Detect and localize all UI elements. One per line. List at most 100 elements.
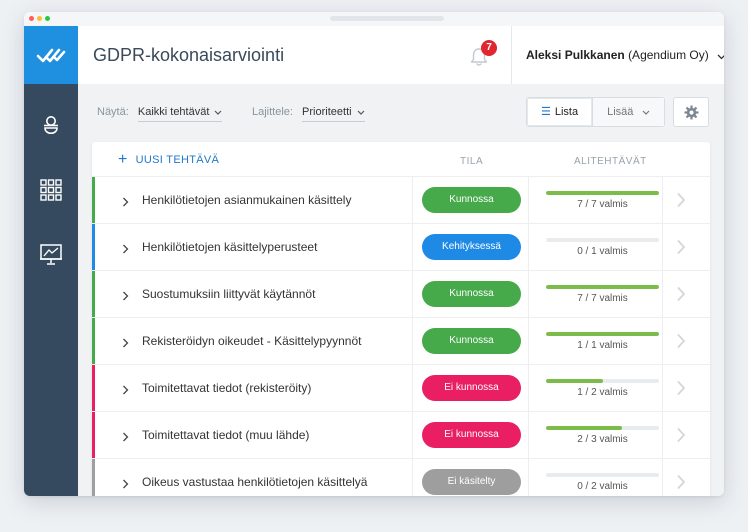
divider [511, 26, 512, 84]
row-accent [92, 271, 95, 317]
sidebar-item-dashboard[interactable] [37, 176, 65, 204]
show-filter[interactable]: Näytä: Kaikki tehtävät [97, 106, 223, 122]
close-dot-icon[interactable] [29, 16, 34, 21]
progress-text: 0 / 2 valmis [577, 481, 628, 492]
progress-bar [546, 473, 659, 477]
task-title[interactable]: Rekisteröidyn oikeudet - Käsittelypyynnö… [142, 318, 361, 364]
chevron-right-icon[interactable] [122, 382, 129, 400]
show-filter-label: Näytä: [97, 106, 129, 118]
progress-bar [546, 379, 659, 383]
chevron-down-icon [717, 27, 724, 85]
column-header-subtasks: ALITEHTÄVÄT [574, 156, 647, 167]
status-badge[interactable]: Kunnossa [422, 187, 521, 213]
window-controls [29, 16, 50, 21]
progress-text: 7 / 7 valmis [577, 293, 628, 304]
chevron-right-icon[interactable] [676, 380, 686, 401]
notifications-button[interactable]: 7 [468, 40, 497, 68]
chevron-right-icon[interactable] [676, 192, 686, 213]
sidebar-item-reports[interactable] [37, 240, 65, 268]
chevron-down-icon [214, 110, 222, 115]
chevron-right-icon[interactable] [122, 241, 129, 259]
divider [412, 224, 413, 270]
divider [528, 318, 529, 364]
list-view-button[interactable]: ☰ Lista [527, 98, 594, 126]
task-title[interactable]: Henkilötietojen asianmukainen käsittely [142, 177, 351, 223]
divider [412, 412, 413, 458]
list-view-label: Lista [554, 106, 579, 118]
table-row[interactable]: Toimitettavat tiedot (muu lähde) Ei kunno… [92, 411, 710, 458]
divider [662, 412, 663, 458]
progress-text: 2 / 3 valmis [577, 434, 628, 445]
divider [412, 271, 413, 317]
divider [412, 318, 413, 364]
row-accent [92, 365, 95, 411]
show-filter-value: Kaikki tehtävät [137, 106, 210, 118]
table-row[interactable]: Toimitettavat tiedot (rekisteröity) Ei ku… [92, 364, 710, 411]
table-row[interactable]: Henkilötietojen käsittelyperusteet Kehity… [92, 223, 710, 270]
progress-fill [546, 332, 659, 336]
chevron-down-icon [643, 110, 650, 115]
table-row[interactable]: Rekisteröidyn oikeudet - Käsittelypyynnö… [92, 317, 710, 364]
table-row[interactable]: Henkilötietojen asianmukainen käsittely K… [92, 176, 710, 223]
task-title[interactable]: Oikeus vastustaa henkilötietojen käsitte… [142, 459, 367, 496]
app-logo-icon[interactable] [24, 26, 78, 84]
notification-badge: 7 [481, 40, 497, 56]
maximize-dot-icon[interactable] [45, 16, 50, 21]
new-task-button[interactable]: + UUSI TEHTÄVÄ [118, 142, 219, 176]
chevron-right-icon[interactable] [122, 335, 129, 353]
status-badge[interactable]: Ei käsitelty [422, 469, 521, 495]
progress-bar [546, 426, 659, 430]
sidebar-item-profile[interactable] [37, 112, 65, 140]
status-badge[interactable]: Ei kunnossa [422, 375, 521, 401]
progress-text: 1 / 1 valmis [577, 340, 628, 351]
status-badge[interactable]: Kunnossa [422, 281, 521, 307]
user-org: (Agendium Oy) [628, 48, 709, 62]
chevron-right-icon[interactable] [676, 286, 686, 307]
status-badge[interactable]: Kunnossa [422, 328, 521, 354]
view-switcher: ☰ Lista Lisää [526, 97, 666, 127]
chevron-right-icon[interactable] [676, 474, 686, 495]
chevron-right-icon[interactable] [676, 427, 686, 448]
grid-icon [40, 179, 62, 201]
chevron-right-icon[interactable] [122, 194, 129, 212]
divider [412, 177, 413, 223]
show-filter-select[interactable]: Kaikki tehtävät [137, 106, 223, 122]
sort-filter-value: Prioriteetti [302, 106, 352, 118]
row-accent [92, 177, 95, 223]
task-title[interactable]: Suostumuksiin liittyvät käytännöt [142, 271, 315, 317]
task-title[interactable]: Toimitettavat tiedot (rekisteröity) [142, 365, 311, 411]
task-title[interactable]: Henkilötietojen käsittelyperusteet [142, 224, 317, 270]
chevron-right-icon[interactable] [122, 288, 129, 306]
progress-text: 0 / 1 valmis [577, 246, 628, 257]
page-title: GDPR-kokonaisarviointi [93, 45, 285, 65]
sidebar [24, 84, 78, 496]
table-row[interactable]: Oikeus vastustaa henkilötietojen käsitte… [92, 458, 710, 496]
status-badge[interactable]: Ei kunnossa [422, 422, 521, 448]
divider [528, 271, 529, 317]
table-row[interactable]: Suostumuksiin liittyvät käytännöt Kunnoss… [92, 270, 710, 317]
chevron-right-icon[interactable] [122, 476, 129, 494]
more-label: Lisää [607, 106, 634, 118]
sort-filter[interactable]: Lajittele: Prioriteetti [252, 106, 365, 122]
row-accent [92, 318, 95, 364]
row-accent [92, 459, 95, 496]
status-badge[interactable]: Kehityksessä [422, 234, 521, 260]
minimize-dot-icon[interactable] [37, 16, 42, 21]
user-menu[interactable]: Aleksi Pulkkanen (Agendium Oy) [526, 26, 724, 84]
more-button[interactable]: Lisää [593, 98, 665, 126]
chevron-right-icon[interactable] [676, 333, 686, 354]
sort-filter-select[interactable]: Prioriteetti [302, 106, 365, 122]
list-icon: ☰ [541, 106, 551, 118]
divider [662, 224, 663, 270]
progress-text: 1 / 2 valmis [577, 387, 628, 398]
chevron-down-icon [357, 110, 365, 115]
address-bar[interactable] [330, 16, 444, 21]
task-title[interactable]: Toimitettavat tiedot (muu lähde) [142, 412, 309, 458]
person-icon [44, 116, 58, 135]
divider [662, 318, 663, 364]
chevron-right-icon[interactable] [676, 239, 686, 260]
top-bar: GDPR-kokonaisarviointi 7 Aleksi Pulkkane… [24, 26, 724, 85]
divider [412, 459, 413, 496]
settings-button[interactable] [673, 97, 709, 127]
chevron-right-icon[interactable] [122, 429, 129, 447]
